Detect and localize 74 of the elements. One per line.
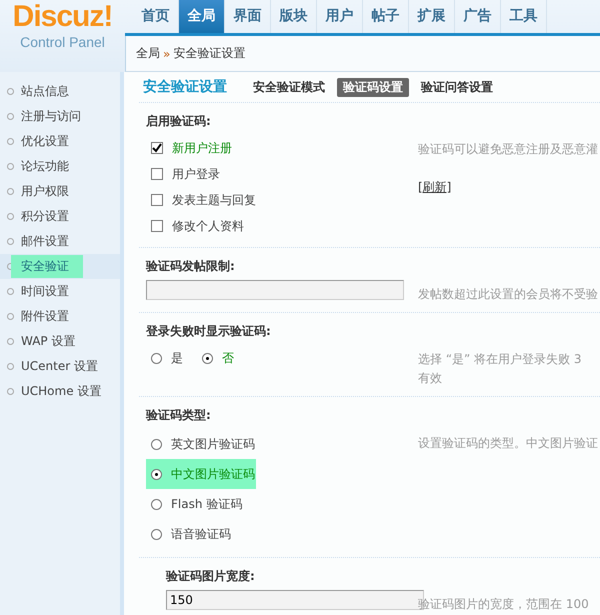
hint-text: 有效 xyxy=(418,370,442,387)
sidebar-item[interactable]: 时间设置 xyxy=(21,283,69,300)
bullet-icon xyxy=(7,213,14,220)
bullet-icon xyxy=(7,238,14,245)
radio-label: Flash 验证码 xyxy=(171,496,242,512)
sidebar-item[interactable]: 附件设置 xyxy=(21,308,69,325)
radio-button[interactable] xyxy=(151,498,162,510)
refresh-link[interactable]: [刷新] xyxy=(418,179,452,196)
bullet-icon xyxy=(7,113,14,120)
sidebar-item[interactable]: UCHome 设置 xyxy=(21,383,102,400)
setting-label: 登录失败时显示验证码: xyxy=(146,323,272,340)
hint-text: 验证码可以避免恶意注册及恶意灌 xyxy=(418,141,598,158)
nav-tab[interactable]: 用户 xyxy=(317,0,363,33)
sidebar-item[interactable]: 邮件设置 xyxy=(21,233,69,250)
bullet-icon xyxy=(7,288,14,295)
logo-text: Discuz! xyxy=(12,0,112,34)
setting-label: 验证码类型: xyxy=(146,407,212,424)
breadcrumb-item: 全局 xyxy=(136,45,160,62)
radio-label: 否 xyxy=(222,350,234,366)
radio-button[interactable] xyxy=(151,468,162,480)
logo-subtitle: Control Panel xyxy=(20,34,105,50)
tab[interactable]: 验证问答设置 xyxy=(415,78,499,96)
bullet-icon xyxy=(7,363,14,370)
radio-label: 中文图片验证码 xyxy=(171,466,255,482)
nav-tab[interactable]: 版块 xyxy=(271,0,317,33)
bullet-icon xyxy=(7,88,14,95)
bullet-icon xyxy=(7,188,14,195)
setting-label: 验证码发帖限制: xyxy=(146,258,236,275)
setting-label: 启用验证码: xyxy=(146,113,212,130)
checkbox[interactable] xyxy=(151,194,163,206)
nav-tab[interactable]: 广告 xyxy=(455,0,501,33)
tab[interactable]: 验证码设置 xyxy=(337,78,409,96)
bullet-icon xyxy=(7,338,14,345)
hint-text: 设置验证码的类型。中文图片验证 xyxy=(418,435,598,452)
radio-label: 是 xyxy=(171,350,183,366)
nav-tab[interactable]: 全局 xyxy=(179,0,225,33)
checkbox-label: 修改个人资料 xyxy=(172,218,244,234)
checkbox[interactable] xyxy=(151,142,163,154)
nav-tab[interactable]: 界面 xyxy=(225,0,271,33)
radio-label: 英文图片验证码 xyxy=(171,436,255,452)
checkbox[interactable] xyxy=(151,168,163,180)
checkbox-label: 用户登录 xyxy=(172,166,220,182)
breadcrumb-separator: » xyxy=(163,46,170,60)
radio-button[interactable] xyxy=(202,352,213,364)
radio-button[interactable] xyxy=(151,438,162,450)
sidebar-item[interactable]: UCenter 设置 xyxy=(21,358,98,375)
sidebar-item[interactable]: 用户权限 xyxy=(21,183,69,200)
checkbox[interactable] xyxy=(151,220,163,232)
bullet-icon xyxy=(7,138,14,145)
bullet-icon xyxy=(7,163,14,170)
checkbox-label: 新用户注册 xyxy=(172,140,232,156)
bullet-icon xyxy=(7,313,14,320)
input-field[interactable] xyxy=(146,280,404,300)
radio-button[interactable] xyxy=(151,352,162,364)
hint-text: 发帖数超过此设置的会员将不受验 xyxy=(418,286,598,303)
radio-label: 语音验证码 xyxy=(171,526,231,542)
tab[interactable]: 安全验证模式 xyxy=(247,78,331,96)
checkbox-label: 发表主题与回复 xyxy=(172,192,256,208)
nav-tab[interactable]: 工具 xyxy=(501,0,547,33)
sidebar-item[interactable]: 积分设置 xyxy=(21,208,69,225)
bullet-icon xyxy=(7,388,14,395)
nav-tab[interactable]: 扩展 xyxy=(409,0,455,33)
sidebar-item[interactable]: 注册与访问 xyxy=(21,108,81,125)
sidebar-item[interactable]: 站点信息 xyxy=(21,83,69,100)
breadcrumb-item: 安全验证设置 xyxy=(173,45,246,62)
hint-text: 选择 “是” 将在用户登录失败 3 xyxy=(418,351,582,368)
nav-tab[interactable]: 帖子 xyxy=(363,0,409,33)
sidebar-item[interactable]: 论坛功能 xyxy=(21,158,69,175)
sidebar-item[interactable]: 安全验证 xyxy=(11,255,83,278)
radio-button[interactable] xyxy=(151,528,162,540)
page-title: 安全验证设置 xyxy=(143,78,227,96)
sidebar-item[interactable]: WAP 设置 xyxy=(21,333,76,350)
setting-label: 验证码图片宽度: xyxy=(166,568,256,585)
sidebar-item[interactable]: 优化设置 xyxy=(21,133,69,150)
